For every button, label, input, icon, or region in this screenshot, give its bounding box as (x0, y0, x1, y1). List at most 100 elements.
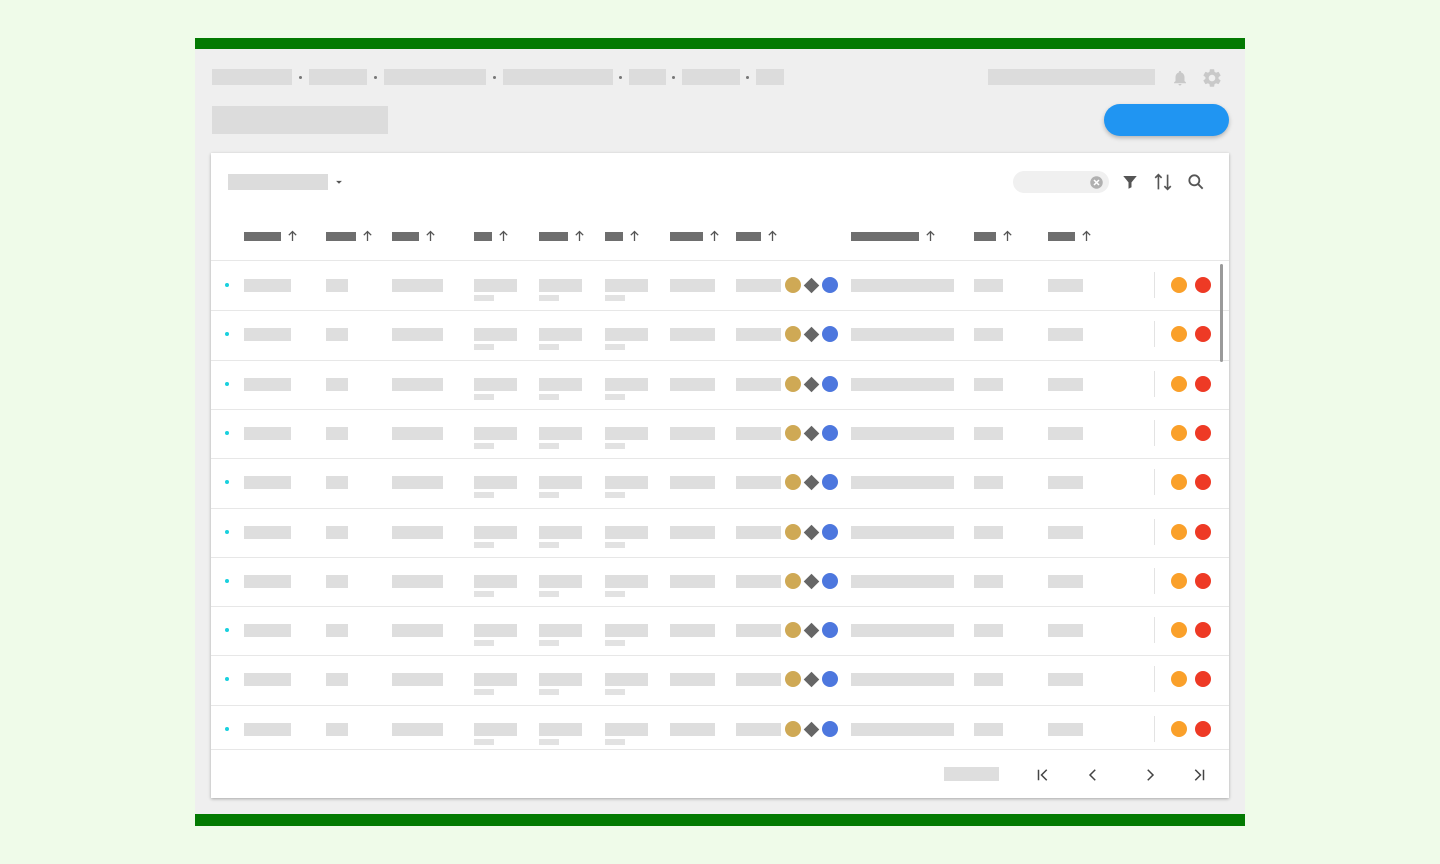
breadcrumb-item[interactable] (212, 69, 292, 85)
table-cell (851, 476, 954, 490)
breadcrumb-item[interactable] (309, 69, 367, 85)
status-orange-icon[interactable] (1171, 277, 1187, 293)
status-orange-icon[interactable] (1171, 720, 1187, 737)
table-cell-subtext (474, 640, 494, 647)
bell-icon[interactable] (1169, 67, 1191, 89)
status-red-icon[interactable] (1195, 622, 1211, 639)
gold-circle-icon (785, 572, 801, 589)
blue-circle-icon (822, 277, 838, 293)
column-header[interactable] (326, 230, 373, 242)
view-select[interactable] (228, 173, 348, 190)
table-row[interactable] (211, 458, 1219, 507)
table-cell (392, 377, 443, 391)
table-row[interactable] (211, 508, 1219, 557)
status-orange-icon[interactable] (1171, 671, 1187, 688)
search-input[interactable] (1013, 171, 1109, 193)
cell-divider (1154, 469, 1155, 496)
status-red-icon[interactable] (1195, 572, 1211, 589)
first-page-icon[interactable] (1032, 764, 1054, 786)
column-header[interactable] (1048, 230, 1092, 242)
table-cell-subtext (474, 393, 494, 400)
table-cell-subtext (605, 344, 625, 351)
table-row[interactable] (211, 655, 1219, 704)
table-cell (1048, 624, 1083, 638)
table-cell (1048, 574, 1083, 588)
status-red-icon[interactable] (1195, 424, 1211, 441)
breadcrumb-item[interactable] (384, 69, 486, 85)
sort-icon[interactable] (1151, 170, 1175, 194)
last-page-icon[interactable] (1188, 764, 1210, 786)
column-header[interactable] (851, 230, 936, 242)
breadcrumb-item[interactable] (756, 69, 784, 85)
gold-circle-icon (785, 622, 801, 639)
status-red-icon[interactable] (1195, 277, 1211, 293)
clear-icon[interactable] (1088, 174, 1104, 190)
table-cell-subtext (474, 541, 494, 548)
column-header[interactable] (474, 230, 509, 242)
vertical-scrollbar[interactable] (1220, 264, 1223, 362)
table-cell (1048, 673, 1083, 687)
next-page-icon[interactable] (1139, 764, 1161, 786)
prev-page-icon[interactable] (1082, 764, 1104, 786)
table-cell (326, 722, 348, 736)
table-cell (539, 279, 582, 292)
column-header[interactable] (736, 230, 778, 242)
table-cell (974, 377, 1003, 391)
status-orange-icon[interactable] (1171, 523, 1187, 540)
table-cell (326, 673, 348, 687)
status-red-icon[interactable] (1195, 474, 1211, 491)
table-cell (539, 426, 582, 440)
user-info[interactable] (988, 69, 1155, 85)
table-cell (851, 426, 954, 440)
status-red-icon[interactable] (1195, 375, 1211, 392)
table-row[interactable] (211, 360, 1219, 409)
table-cell (244, 624, 291, 638)
column-header[interactable] (670, 230, 720, 242)
table-cell (851, 624, 954, 638)
status-orange-icon[interactable] (1171, 474, 1187, 491)
breadcrumb-item[interactable] (503, 69, 613, 85)
status-red-icon[interactable] (1195, 720, 1211, 737)
search-icon[interactable] (1184, 170, 1208, 194)
status-orange-icon[interactable] (1171, 326, 1187, 343)
table-row[interactable] (211, 705, 1219, 754)
breadcrumb-item[interactable] (629, 69, 666, 85)
table-cell (474, 673, 517, 687)
primary-action-button[interactable] (1104, 104, 1229, 136)
blue-circle-icon (822, 474, 838, 491)
column-header-label (605, 231, 623, 241)
table-row[interactable] (211, 310, 1219, 359)
table-cell (326, 574, 348, 588)
status-orange-icon[interactable] (1171, 622, 1187, 639)
column-header-label (474, 231, 492, 241)
table-cell (474, 722, 517, 736)
column-header[interactable] (392, 230, 436, 242)
breadcrumb-item[interactable] (682, 69, 740, 85)
column-header[interactable] (539, 230, 585, 242)
table-row[interactable] (211, 261, 1219, 310)
status-orange-icon[interactable] (1171, 572, 1187, 589)
column-header[interactable] (974, 230, 1013, 242)
table-cell (974, 426, 1003, 440)
status-red-icon[interactable] (1195, 326, 1211, 343)
table-cell (539, 722, 582, 736)
status-orange-icon[interactable] (1171, 424, 1187, 441)
arrow-up-icon (499, 230, 508, 241)
blue-circle-icon (822, 375, 838, 392)
diamond-icon (803, 425, 820, 442)
status-red-icon[interactable] (1195, 671, 1211, 688)
table-row[interactable] (211, 606, 1219, 655)
table-cell (244, 722, 291, 736)
column-header[interactable] (605, 230, 640, 242)
status-orange-icon[interactable] (1171, 375, 1187, 392)
row-indicator-dot (225, 283, 229, 287)
filter-icon[interactable] (1119, 171, 1141, 193)
table-row[interactable] (211, 409, 1219, 458)
status-red-icon[interactable] (1195, 523, 1211, 540)
gear-icon[interactable] (1200, 66, 1224, 90)
caret-down-icon (336, 180, 342, 184)
table-cell (974, 624, 1003, 638)
row-indicator-dot (225, 430, 229, 435)
table-row[interactable] (211, 557, 1219, 606)
column-header[interactable] (244, 230, 298, 242)
